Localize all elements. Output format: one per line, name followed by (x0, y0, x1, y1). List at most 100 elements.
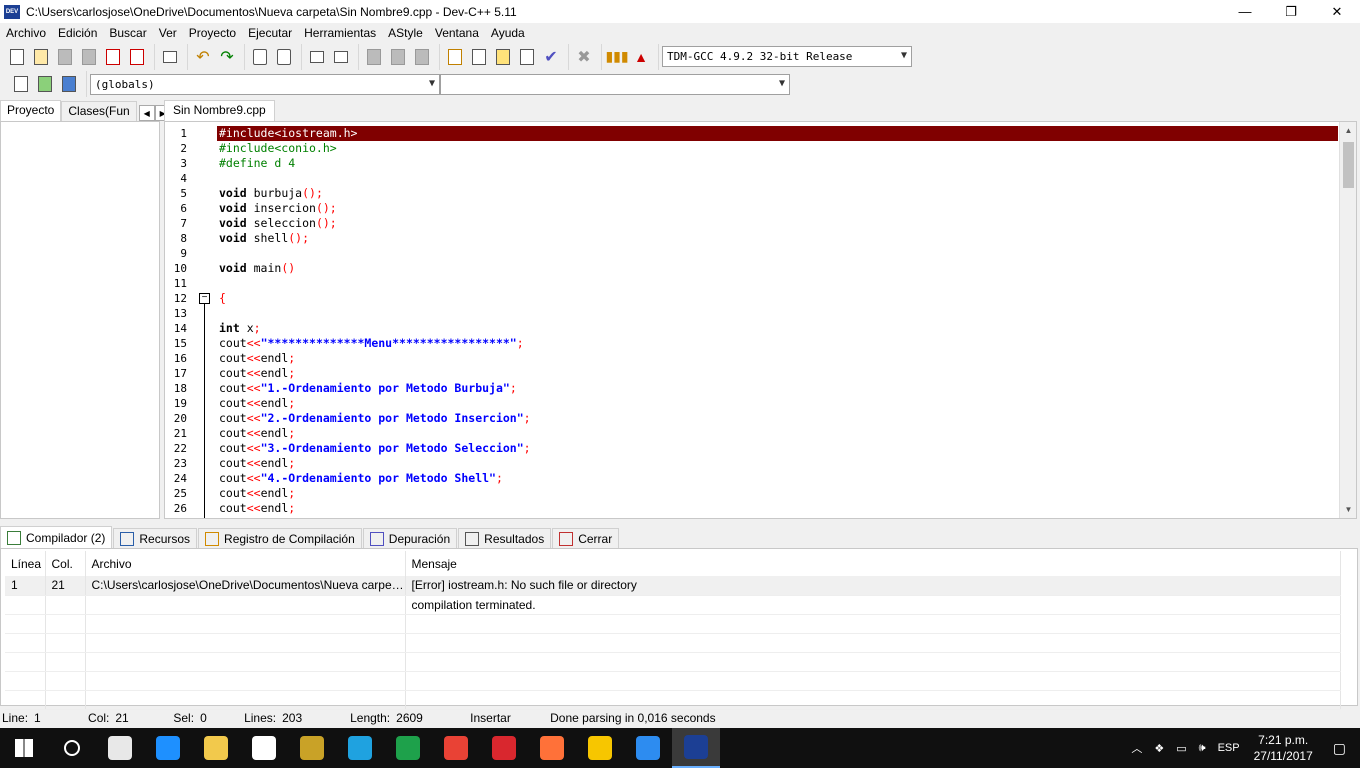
message-row[interactable] (5, 671, 1341, 691)
code-line[interactable]: cout<<"4.-Ordenamiento por Metodo Shell"… (217, 471, 1338, 486)
close-file-icon[interactable] (102, 46, 124, 68)
column-header[interactable]: Línea (5, 551, 46, 576)
syntax-check-icon[interactable]: ✔ (540, 46, 562, 68)
code-line[interactable]: cout<<endl; (217, 501, 1338, 516)
save-all-icon[interactable] (78, 46, 100, 68)
menu-proyecto[interactable]: Proyecto (183, 26, 242, 40)
column-header[interactable]: Col. (45, 551, 86, 576)
search-icon[interactable] (48, 728, 96, 768)
code-line[interactable]: #include<conio.h> (217, 141, 1338, 156)
scroll-up-icon[interactable]: ▲ (1340, 122, 1356, 139)
league-icon[interactable] (288, 728, 336, 768)
compile-icon[interactable] (444, 46, 466, 68)
insert-icon[interactable] (10, 73, 32, 95)
message-row[interactable] (5, 690, 1341, 710)
mail-icon[interactable] (240, 728, 288, 768)
goto-icon[interactable] (34, 73, 56, 95)
tab-registro-de-compilaci-n[interactable]: Registro de Compilación (198, 528, 362, 548)
scroll-thumb[interactable] (1343, 142, 1354, 188)
store-icon[interactable] (96, 728, 144, 768)
dropbox-icon[interactable]: ❖ (1154, 742, 1164, 755)
open-file-icon[interactable] (30, 46, 52, 68)
edge-icon[interactable] (144, 728, 192, 768)
code-line[interactable]: cout<<endl; (217, 426, 1338, 441)
minimize-button[interactable]: — (1222, 0, 1268, 23)
code-line[interactable]: void burbuja(); (217, 186, 1338, 201)
new-file-icon[interactable] (6, 46, 28, 68)
menu-herramientas[interactable]: Herramientas (298, 26, 382, 40)
language-indicator[interactable]: ESP (1218, 742, 1240, 754)
star-app-icon[interactable] (624, 728, 672, 768)
editor-vertical-scrollbar[interactable]: ▲ ▼ (1339, 122, 1356, 518)
code-line[interactable] (217, 306, 1338, 321)
code-line[interactable]: cout<<endl; (217, 396, 1338, 411)
code-line[interactable]: cout<<"2.-Ordenamiento por Metodo Inserc… (217, 411, 1338, 426)
tray-chevron-up-icon[interactable]: ︿ (1131, 740, 1142, 756)
code-line[interactable]: cout<<"**************Menu***************… (217, 336, 1338, 351)
tab-clases[interactable]: Clases(Fun (61, 101, 137, 121)
column-header[interactable]: Archivo (85, 551, 406, 576)
forward-icon[interactable] (387, 46, 409, 68)
code-editor[interactable]: 1 2 3 4 5 6 7 8 9 10 11 12−13 14 15 16 17 18 19 20 21 22 23 24… (164, 121, 1357, 519)
menu-ejecutar[interactable]: Ejecutar (242, 26, 298, 40)
redo-icon[interactable]: ↷ (216, 46, 238, 68)
find-icon[interactable] (249, 46, 271, 68)
compile-run-icon[interactable] (492, 46, 514, 68)
back-icon[interactable] (363, 46, 385, 68)
menu-ver[interactable]: Ver (153, 26, 183, 40)
volume-icon[interactable]: 🕪 (1199, 742, 1206, 755)
unindent-icon[interactable] (330, 46, 352, 68)
mega-icon[interactable] (480, 728, 528, 768)
symbol-select[interactable]: ▼ (440, 73, 790, 95)
code-line[interactable] (217, 171, 1338, 186)
code-line[interactable]: void seleccion(); (217, 216, 1338, 231)
notifications-icon[interactable]: ▢ (1333, 740, 1346, 757)
maximize-button[interactable]: ❐ (1268, 0, 1314, 23)
tab-scroll-left-icon[interactable]: ◀ (138, 105, 155, 121)
tab-resultados[interactable]: Resultados (458, 528, 552, 548)
code-line[interactable] (217, 276, 1338, 291)
indent-icon[interactable] (306, 46, 328, 68)
tab-recursos[interactable]: Recursos (113, 528, 198, 548)
skype-icon[interactable] (336, 728, 384, 768)
network-icon[interactable]: ▭ (1176, 742, 1186, 755)
message-row[interactable] (5, 652, 1341, 672)
message-row[interactable] (5, 633, 1341, 653)
rebuild-icon[interactable] (516, 46, 538, 68)
tab-proyecto[interactable]: Proyecto (0, 100, 62, 121)
firefox-icon[interactable] (528, 728, 576, 768)
code-area[interactable]: #include<iostream.h> #include<conio.h> #de… (217, 126, 1338, 516)
code-line[interactable]: void insercion(); (217, 201, 1338, 216)
menu-buscar[interactable]: Buscar (103, 26, 152, 40)
code-line[interactable]: #define d 4 (217, 156, 1338, 171)
code-line[interactable]: int x; (217, 321, 1338, 336)
clock[interactable]: 7:21 p.m. 27/11/2017 (1254, 732, 1313, 764)
menu-ayuda[interactable]: Ayuda (485, 26, 531, 40)
tab-depuraci-n[interactable]: Depuración (362, 528, 458, 548)
toggle-bookmark-icon[interactable] (411, 46, 433, 68)
project-tree[interactable] (0, 121, 160, 519)
code-line[interactable]: cout<<endl; (217, 351, 1338, 366)
code-line[interactable]: cout<<endl; (217, 486, 1338, 501)
code-line[interactable]: void main() (217, 261, 1338, 276)
start-windows-icon[interactable] (0, 728, 48, 768)
editor-tab-file[interactable]: Sin Nombre9.cpp (164, 100, 275, 121)
green-app-icon[interactable] (384, 728, 432, 768)
tab-compilador[interactable]: Compilador (2) (0, 526, 113, 548)
chrome-icon[interactable] (432, 728, 480, 768)
scope-select[interactable]: (globals) ▼ (90, 73, 440, 95)
devcpp-icon[interactable] (672, 728, 720, 768)
scroll-down-icon[interactable]: ▼ (1340, 501, 1356, 518)
chart-icon[interactable]: ▮▮▮ (605, 46, 628, 68)
vectorize-icon[interactable] (576, 728, 624, 768)
code-line[interactable] (217, 246, 1338, 261)
column-header[interactable]: Mensaje (405, 551, 1341, 576)
code-line[interactable]: cout<<"1.-Ordenamiento por Metodo Burbuj… (217, 381, 1338, 396)
message-row[interactable]: compilation terminated. (5, 595, 1341, 615)
code-line[interactable]: cout<<"3.-Ordenamiento por Metodo Selecc… (217, 441, 1338, 456)
save-icon[interactable] (54, 46, 76, 68)
code-line[interactable]: void shell(); (217, 231, 1338, 246)
tab-cerrar[interactable]: Cerrar (552, 528, 620, 548)
code-line[interactable]: { (217, 291, 1338, 306)
profile-icon[interactable]: ▲ (630, 46, 652, 68)
